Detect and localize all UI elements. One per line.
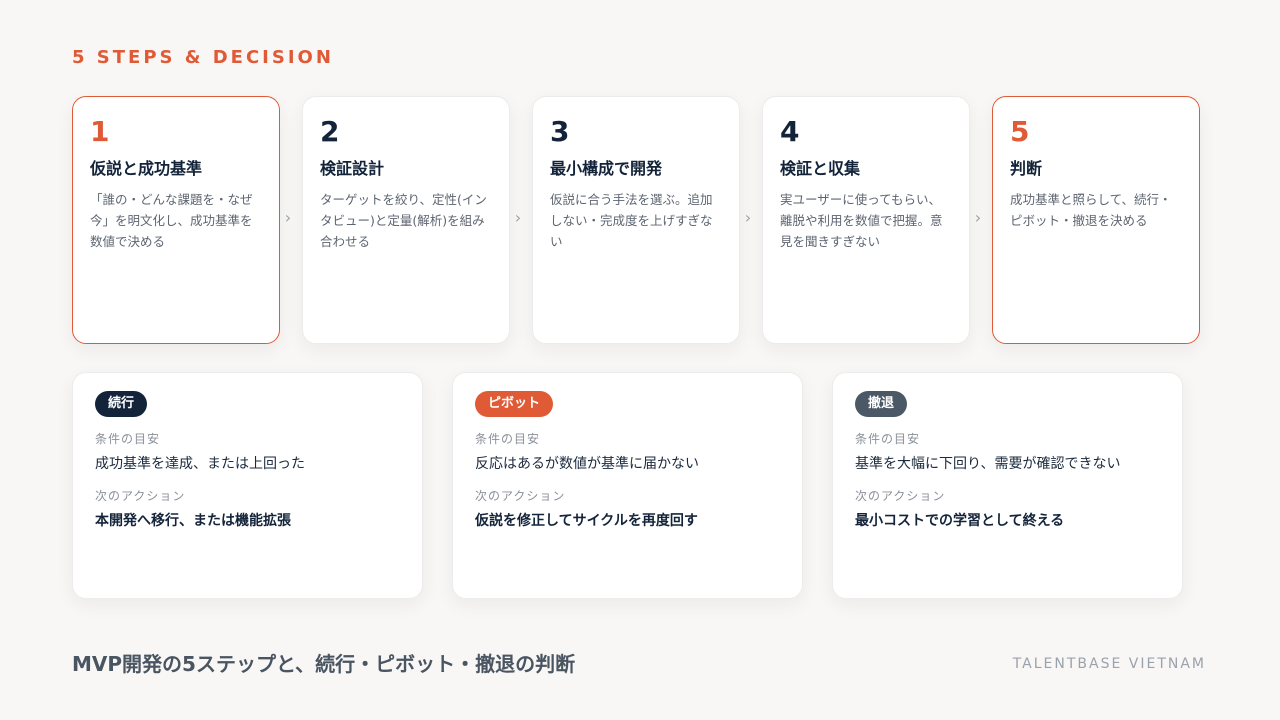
step-number: 3 [550, 115, 570, 148]
step-card-3: 3 最小構成で開発 仮説に合う手法を選ぶ。追加しない・完成度を上げすぎない [532, 96, 740, 344]
step-description: ターゲットを絞り、定性(インタビュー)と定量(解析)を組み合わせる [320, 192, 487, 249]
decision-badge: 続行 [95, 391, 148, 417]
step-description: 仮説に合う手法を選ぶ。追加しない・完成度を上げすぎない [550, 192, 713, 249]
footer-brand: TALENTBASE VIETNAM [1012, 656, 1206, 672]
step-title: 検証と収集 [780, 159, 861, 178]
step-number: 4 [780, 115, 800, 148]
step-title: 検証設計 [320, 159, 385, 178]
chevron-right-icon: › [514, 208, 522, 227]
step-description: 成功基準と照らして、続行・ピボット・撤退を決める [1010, 192, 1172, 228]
condition-label: 条件の目安 [475, 432, 541, 446]
condition-label: 条件の目安 [95, 432, 161, 446]
step-number: 5 [1010, 115, 1030, 148]
chevron-right-icon: › [744, 208, 752, 227]
step-title: 仮説と成功基準 [90, 159, 203, 178]
step-title: 最小構成で開発 [550, 159, 663, 178]
step-number: 2 [320, 115, 340, 148]
chevron-right-icon: › [974, 208, 982, 227]
section-label: 5 STEPS & DECISION [72, 47, 334, 68]
step-title: 判断 [1010, 159, 1043, 178]
condition-text: 成功基準を達成、または上回った [95, 456, 305, 472]
footer-title: MVP開発の5ステップと、続行・ピボット・撤退の判断 [72, 652, 576, 676]
step-description: 実ユーザーに使ってもらい、離脱や利用を数値で把握。意見を聞きすぎない [780, 192, 943, 249]
steps-row: 1 仮説と成功基準 「誰の・どんな課題を・なぜ今」を明文化し、成功基準を数値で決… [72, 96, 1202, 346]
decision-card-continue: 続行 条件の目安 成功基準を達成、または上回った 次のアクション 本開発へ移行、… [72, 372, 423, 599]
action-text: 最小コストでの学習として終える [855, 513, 1065, 529]
step-card-1: 1 仮説と成功基準 「誰の・どんな課題を・なぜ今」を明文化し、成功基準を数値で決… [72, 96, 280, 344]
step-card-4: 4 検証と収集 実ユーザーに使ってもらい、離脱や利用を数値で把握。意見を聞きすぎ… [762, 96, 970, 344]
decision-badge: 撤退 [855, 391, 908, 417]
condition-text: 基準を大幅に下回り、需要が確認できない [855, 456, 1121, 472]
step-card-2: 2 検証設計 ターゲットを絞り、定性(インタビュー)と定量(解析)を組み合わせる [302, 96, 510, 344]
decision-card-pivot: ピボット 条件の目安 反応はあるが数値が基準に届かない 次のアクション 仮説を修… [452, 372, 803, 599]
condition-label: 条件の目安 [855, 432, 921, 446]
decision-badge: ピボット [475, 391, 554, 417]
step-description: 「誰の・どんな課題を・なぜ今」を明文化し、成功基準を数値で決める [90, 192, 253, 249]
action-text: 仮説を修正してサイクルを再度回す [475, 513, 698, 529]
action-text: 本開発へ移行、または機能拡張 [95, 513, 291, 529]
action-label: 次のアクション [475, 489, 566, 503]
condition-text: 反応はあるが数値が基準に届かない [475, 456, 699, 472]
action-label: 次のアクション [855, 489, 946, 503]
step-number: 1 [90, 115, 110, 148]
decision-card-exit: 撤退 条件の目安 基準を大幅に下回り、需要が確認できない 次のアクション 最小コ… [832, 372, 1183, 599]
step-card-5: 5 判断 成功基準と照らして、続行・ピボット・撤退を決める [992, 96, 1200, 344]
action-label: 次のアクション [95, 489, 186, 503]
chevron-right-icon: › [284, 208, 292, 227]
